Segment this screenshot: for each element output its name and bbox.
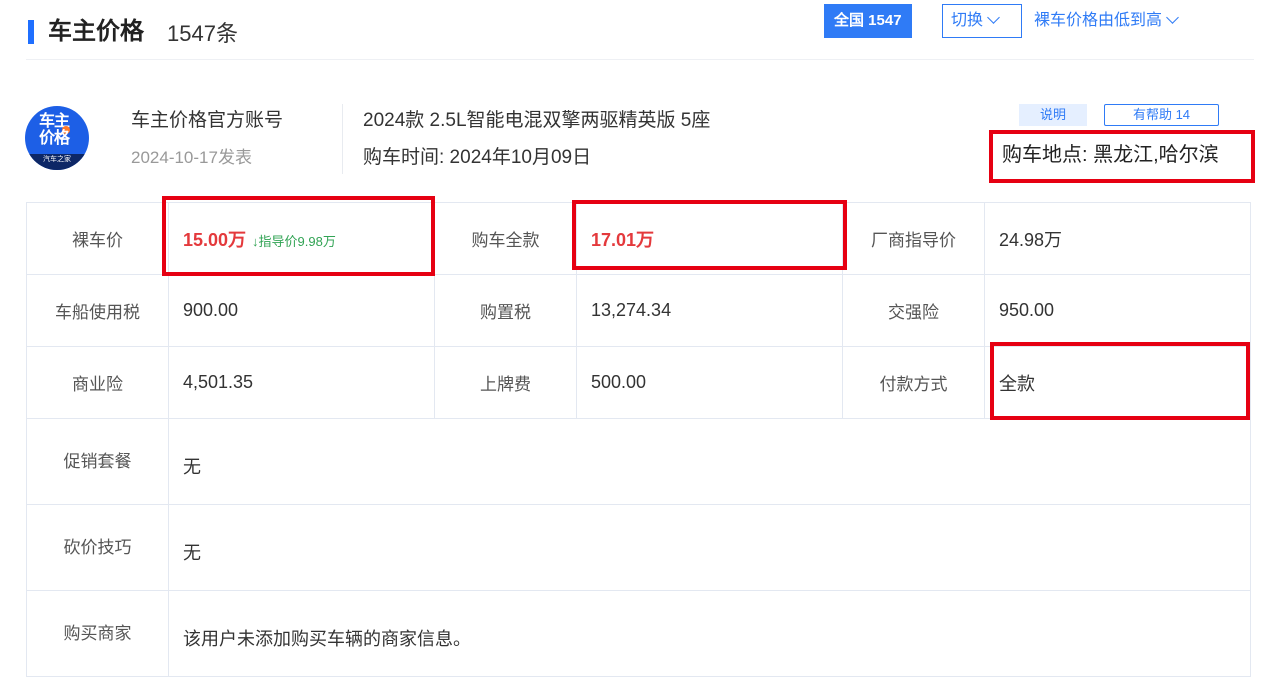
sort-label: 裸车价格由低到高 bbox=[1034, 12, 1163, 29]
bare-price-cell: 15.00万 ↓指导价9.98万 bbox=[168, 202, 435, 275]
vessel-tax-value: 900.00 bbox=[168, 274, 435, 347]
dealer-label: 购买商家 bbox=[26, 590, 169, 677]
table-row: 裸车价 15.00万 ↓指导价9.98万 购车全款 17.01万 厂商指导价 24… bbox=[26, 202, 1251, 275]
vessel-tax-label: 车船使用税 bbox=[26, 274, 169, 347]
car-model[interactable]: 2024款 2.5L智能电混双擎两驱精英版 5座 bbox=[363, 108, 710, 134]
full-price-label: 购车全款 bbox=[434, 202, 577, 275]
compulsory-insurance-value: 950.00 bbox=[984, 274, 1251, 347]
bare-price-label: 裸车价 bbox=[26, 202, 169, 275]
explain-badge[interactable]: 说明 bbox=[1019, 104, 1087, 126]
avatar-text-line2: 价格 bbox=[39, 130, 70, 147]
region-scope-button[interactable]: 全国 1547 bbox=[824, 4, 912, 38]
dealer-value: 该用户未添加购买车辆的商家信息。 bbox=[168, 590, 1251, 677]
msrp-label: 厂商指导价 bbox=[842, 202, 985, 275]
commercial-insurance-value: 4,501.35 bbox=[168, 346, 435, 419]
payment-method-label: 付款方式 bbox=[842, 346, 985, 419]
table-row: 促销套餐 无 bbox=[26, 418, 1251, 505]
helpful-button[interactable]: 有帮助 14 bbox=[1104, 104, 1219, 126]
sort-dropdown[interactable]: 裸车价格由低到高 bbox=[1034, 4, 1179, 38]
table-row: 砍价技巧 无 bbox=[26, 504, 1251, 591]
full-price-cell: 17.01万 bbox=[576, 202, 843, 275]
purchase-location: 购车地点: 黑龙江,哈尔滨 bbox=[1002, 144, 1219, 166]
chevron-down-icon bbox=[1166, 11, 1179, 24]
avatar-footer: 汽车之家 bbox=[25, 154, 89, 170]
payment-method-value: 全款 bbox=[984, 346, 1251, 419]
plate-fee-label: 上牌费 bbox=[434, 346, 577, 419]
divider bbox=[342, 104, 343, 174]
bargain-tips-value: 无 bbox=[168, 504, 1251, 591]
post-date: 2024-10-17发表 bbox=[131, 148, 252, 167]
title-accent-bar bbox=[28, 20, 34, 44]
bargain-tips-label: 砍价技巧 bbox=[26, 504, 169, 591]
avatar[interactable]: 车主 价格 汽车之家 bbox=[25, 106, 89, 170]
msrp-value: 24.98万 bbox=[984, 202, 1251, 275]
price-details-table: 裸车价 15.00万 ↓指导价9.98万 购车全款 17.01万 厂商指导价 24… bbox=[26, 202, 1251, 677]
commercial-insurance-label: 商业险 bbox=[26, 346, 169, 419]
plate-fee-value: 500.00 bbox=[576, 346, 843, 419]
guide-price-diff: ↓指导价9.98万 bbox=[252, 233, 336, 249]
full-price-value: 17.01万 bbox=[591, 229, 655, 250]
purchase-time: 购车时间: 2024年10月09日 bbox=[363, 147, 592, 168]
switch-region-button[interactable]: 切换 bbox=[942, 4, 1022, 38]
purchase-tax-label: 购置税 bbox=[434, 274, 577, 347]
account-name[interactable]: 车主价格官方账号 bbox=[131, 108, 283, 134]
section-title: 车主价格 bbox=[48, 18, 144, 45]
compulsory-insurance-label: 交强险 bbox=[842, 274, 985, 347]
purchase-tax-value: 13,274.34 bbox=[576, 274, 843, 347]
chevron-down-icon bbox=[987, 11, 1000, 24]
promo-label: 促销套餐 bbox=[26, 418, 169, 505]
record-count: 1547条 bbox=[167, 21, 238, 46]
bare-price-value: 15.00万 bbox=[183, 229, 247, 250]
table-row: 车船使用税 900.00 购置税 13,274.34 交强险 950.00 bbox=[26, 274, 1251, 347]
switch-label: 切换 bbox=[951, 12, 984, 29]
promo-value: 无 bbox=[168, 418, 1251, 505]
table-row: 商业险 4,501.35 上牌费 500.00 付款方式 全款 bbox=[26, 346, 1251, 419]
avatar-footer-text: 汽车之家 bbox=[43, 156, 71, 163]
table-row: 购买商家 该用户未添加购买车辆的商家信息。 bbox=[26, 590, 1251, 677]
